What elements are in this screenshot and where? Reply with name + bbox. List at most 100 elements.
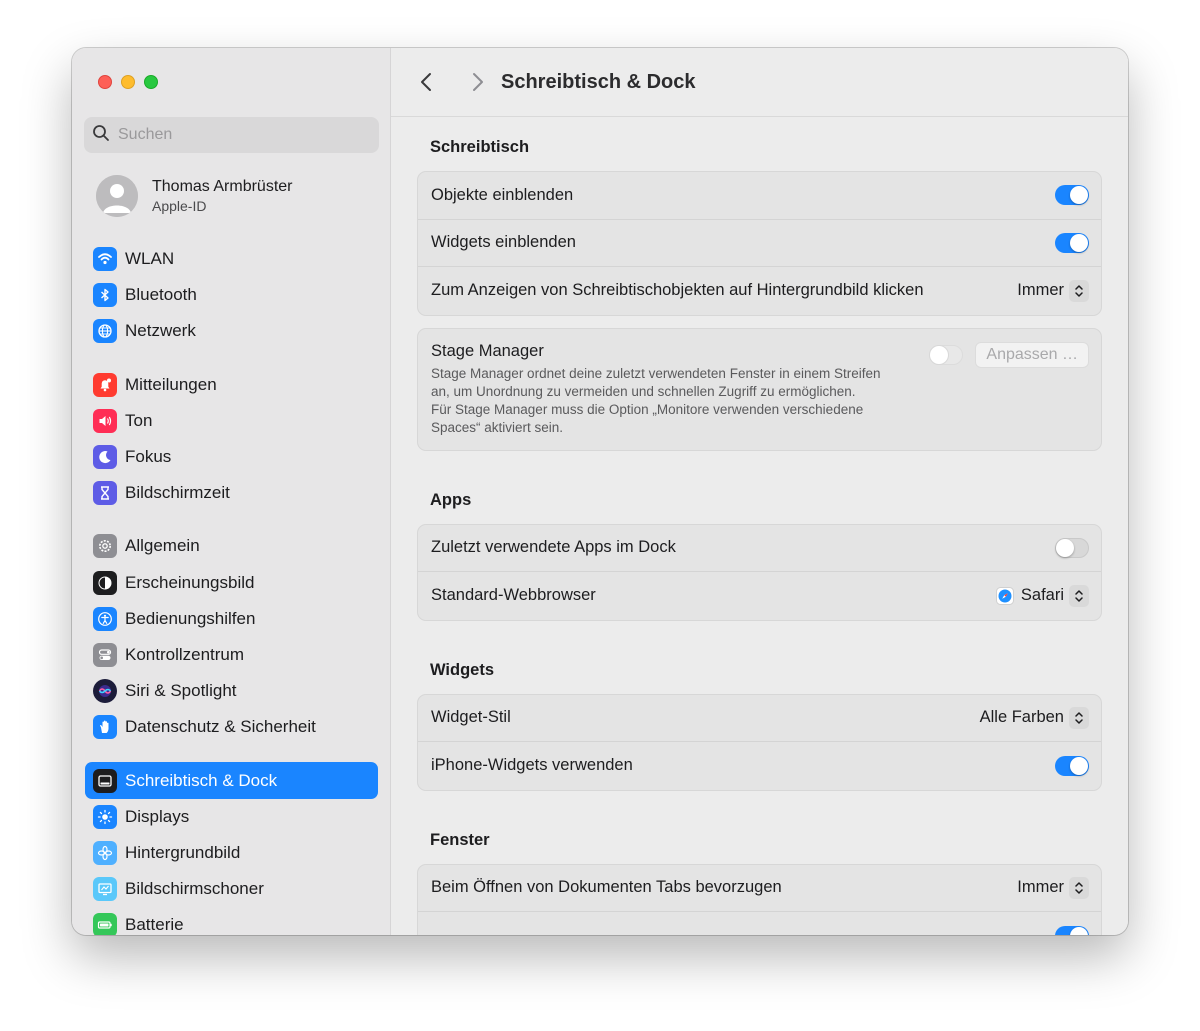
sidebar-item-label: WLAN (125, 249, 175, 269)
popup-value: Immer (1017, 281, 1064, 300)
battery-icon (93, 913, 117, 935)
setting-label: Beim Öffnen von Dokumenten Tabs bevorzug… (431, 878, 782, 897)
section-title-apps: Apps (430, 490, 472, 509)
sidebar-item-bildschirmschoner[interactable]: Bildschirmschoner (85, 871, 378, 907)
chevron-updown-icon (1069, 876, 1089, 899)
sidebar-item-kontrollzentrum[interactable]: Kontrollzentrum (85, 637, 378, 673)
avatar (96, 175, 138, 217)
sidebar-item-datenschutz[interactable]: Datenschutz & Sicherheit (85, 709, 378, 745)
stage-manager-title: Stage Manager (431, 341, 544, 360)
sidebar-item-hintergrundbild[interactable]: Hintergrundbild (85, 835, 378, 871)
setting-label: Zum Anzeigen von Schreibtischobjekten au… (431, 281, 924, 300)
setting-row-show-items: Objekte einblenden (418, 172, 1101, 220)
apps-settings-card: Zuletzt verwendete Apps im Dock Standard… (417, 523, 1102, 621)
sidebar-item-label: Fokus (125, 447, 172, 467)
section-title-desktop: Schreibtisch (430, 138, 530, 156)
sidebar-item-schreibtisch-dock[interactable]: Schreibtisch & Dock (85, 762, 378, 799)
gear-icon (93, 534, 117, 559)
setting-label: Widget-Stil (431, 708, 511, 727)
sidebar-item-label: Datenschutz & Sicherheit (125, 717, 316, 737)
globe-icon (93, 319, 117, 344)
toggle-show-widgets[interactable] (1055, 232, 1089, 253)
toggle-stage-manager[interactable] (929, 344, 964, 365)
control-center-icon (93, 642, 117, 667)
sidebar-item-netzwerk[interactable]: Netzwerk (85, 313, 378, 349)
minimize-window-button[interactable] (121, 75, 135, 89)
settings-content: Schreibtisch Objekte einblenden Widgets … (391, 118, 1128, 935)
sidebar-item-mitteilungen[interactable]: Mitteilungen (85, 367, 378, 403)
sidebar-item-bluetooth[interactable]: Bluetooth (85, 277, 378, 313)
popup-value: Safari (1020, 586, 1064, 605)
appearance-icon (93, 570, 117, 595)
safari-icon (995, 586, 1014, 605)
sidebar-item-erscheinungsbild[interactable]: Erscheinungsbild (85, 565, 378, 601)
section-title-windows: Fenster (430, 830, 490, 849)
setting-row-widget-style: Widget-Stil Alle Farben (418, 695, 1101, 742)
toggle-cut-off[interactable] (1055, 925, 1089, 935)
sidebar-item-label: Batterie (125, 915, 184, 935)
screensaver-icon (93, 877, 117, 902)
toggle-recent-apps[interactable] (1055, 537, 1089, 558)
sidebar-item-label: Schreibtisch & Dock (125, 770, 278, 790)
desktop-settings-card: Objekte einblenden Widgets einblenden Zu… (417, 171, 1102, 316)
sidebar-item-fokus[interactable]: Fokus (85, 439, 378, 475)
setting-row-click-wallpaper: Zum Anzeigen von Schreibtischobjekten au… (418, 267, 1101, 315)
setting-label: Zuletzt verwendete Apps im Dock (431, 538, 676, 557)
popup-default-browser[interactable]: Safari (995, 584, 1089, 607)
chevron-updown-icon (1069, 706, 1089, 729)
window-controls (98, 75, 158, 89)
sidebar-item-siri-spotlight[interactable]: Siri & Spotlight (85, 673, 378, 709)
chevron-updown-icon (1069, 279, 1089, 302)
sidebar-item-label: Bildschirmzeit (125, 483, 230, 503)
accessibility-icon (93, 606, 117, 631)
main-pane: Schreibtisch & Dock Schreibtisch Objekte… (391, 48, 1128, 935)
hourglass-icon (93, 481, 117, 506)
back-button[interactable] (417, 71, 437, 93)
sidebar-item-allgemein[interactable]: Allgemein (85, 528, 378, 564)
sidebar-item-bedienungshilfen[interactable]: Bedienungshilfen (85, 601, 378, 637)
speaker-icon (93, 408, 117, 433)
apple-id-account[interactable]: Thomas Armbrüster Apple-ID (96, 175, 292, 217)
sidebar-item-label: Bluetooth (125, 285, 197, 305)
bluetooth-icon (93, 283, 117, 308)
sidebar-item-label: Kontrollzentrum (125, 644, 245, 664)
popup-click-wallpaper[interactable]: Immer (1017, 279, 1089, 302)
forward-button[interactable] (467, 71, 487, 93)
person-icon (96, 175, 138, 217)
sidebar-item-label: Mitteilungen (125, 374, 217, 394)
zoom-window-button[interactable] (144, 75, 158, 89)
sidebar-item-label: Ton (125, 410, 153, 430)
customize-button[interactable]: Anpassen … (975, 341, 1089, 368)
settings-window: Thomas Armbrüster Apple-ID WLAN Bluetoot… (72, 48, 1128, 935)
sidebar: Thomas Armbrüster Apple-ID WLAN Bluetoot… (72, 48, 391, 935)
search-input[interactable] (118, 126, 358, 144)
windows-settings-card: Beim Öffnen von Dokumenten Tabs bevorzug… (417, 863, 1102, 935)
popup-value: Alle Farben (979, 708, 1064, 727)
sidebar-item-label: Siri & Spotlight (125, 681, 237, 701)
sidebar-item-label: Hintergrundbild (125, 842, 241, 862)
chevron-right-icon (473, 73, 483, 91)
stage-manager-description: Stage Manager ordnet deine zuletzt verwe… (431, 365, 881, 399)
sidebar-item-displays[interactable]: Displays (85, 799, 378, 835)
sidebar-item-bildschirmzeit[interactable]: Bildschirmzeit (85, 475, 378, 511)
search-field[interactable] (84, 117, 379, 153)
popup-widget-style[interactable]: Alle Farben (979, 706, 1089, 729)
setting-row-prefer-tabs: Beim Öffnen von Dokumenten Tabs bevorzug… (418, 865, 1101, 912)
popup-prefer-tabs[interactable]: Immer (1017, 876, 1089, 899)
setting-label: Objekte einblenden (431, 185, 574, 204)
close-window-button[interactable] (98, 75, 112, 89)
setting-row-cut-off (418, 912, 1101, 935)
setting-label: Standard-Webbrowser (431, 586, 596, 605)
toolbar: Schreibtisch & Dock (391, 48, 1128, 117)
sidebar-item-ton[interactable]: Ton (85, 403, 378, 439)
sidebar-item-wlan[interactable]: WLAN (85, 241, 378, 277)
sidebar-item-batterie[interactable]: Batterie (85, 907, 378, 935)
dock-icon (93, 768, 117, 793)
chevron-updown-icon (1069, 584, 1089, 607)
stage-manager-card: Stage Manager Stage Manager ordnet deine… (417, 327, 1102, 451)
toggle-iphone-widgets[interactable] (1055, 755, 1089, 776)
setting-row-iphone-widgets: iPhone-Widgets verwenden (418, 742, 1101, 790)
hand-icon (93, 715, 117, 740)
setting-row-show-widgets: Widgets einblenden (418, 220, 1101, 267)
toggle-show-items[interactable] (1055, 185, 1089, 206)
